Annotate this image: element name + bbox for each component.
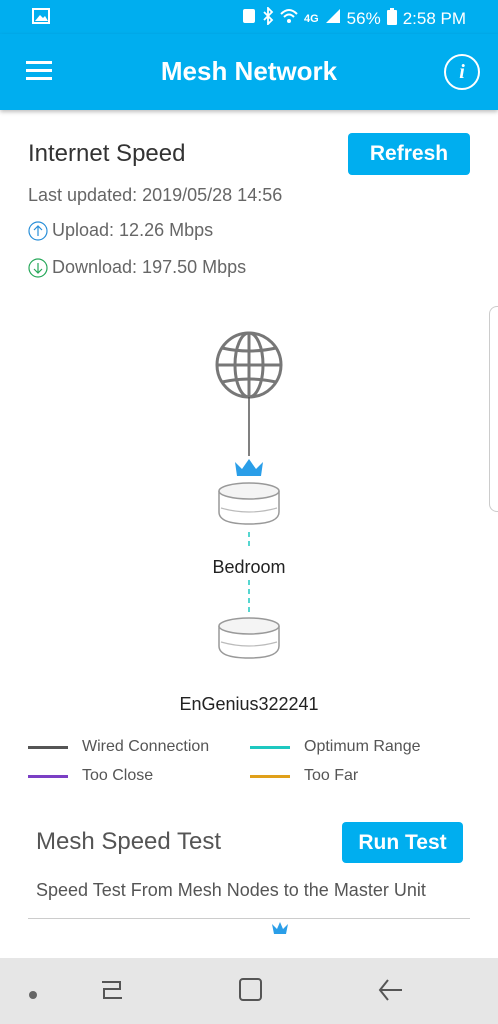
- info-icon: i: [459, 61, 465, 83]
- legend-too-far: Too Far: [250, 767, 358, 785]
- bluetooth-icon: [262, 5, 274, 30]
- legend-too-far-label: Too Far: [304, 767, 359, 784]
- legend-wired-label: Wired Connection: [82, 738, 210, 755]
- master-crown-icon: [235, 459, 263, 476]
- upload-speed: Upload: 12.26 Mbps: [52, 220, 214, 240]
- internet-speed-title: Internet Speed: [28, 140, 186, 167]
- router-node-bedroom[interactable]: [218, 482, 280, 525]
- legend-wired-line: [28, 745, 68, 749]
- wifi-icon: [280, 8, 298, 29]
- internet-globe-icon: [215, 331, 283, 399]
- master-crown-small-icon: [272, 922, 288, 934]
- legend-optimum-line: [250, 745, 290, 749]
- battery-icon: [386, 7, 397, 30]
- refresh-button[interactable]: Refresh: [348, 133, 470, 175]
- nav-dot-button[interactable]: [28, 987, 38, 1005]
- node-label-bedroom: Bedroom: [212, 557, 286, 577]
- gallery-notification-icon: [32, 8, 50, 29]
- page-title: Mesh Network: [160, 56, 338, 86]
- time-label: 2:58 PM: [402, 8, 466, 28]
- system-nav-bar: [0, 958, 498, 1024]
- upload-arrow-icon: [28, 220, 48, 241]
- download-speed: Download: 197.50 Mbps: [52, 257, 247, 277]
- legend-optimum: Optimum Range: [250, 738, 421, 756]
- last-updated-text: Last updated: 2019/05/28 14:56: [28, 185, 283, 205]
- home-button[interactable]: [237, 976, 265, 1009]
- mesh-speed-test-title: Mesh Speed Test: [36, 828, 222, 855]
- legend-too-close-label: Too Close: [82, 767, 154, 784]
- run-test-button[interactable]: Run Test: [342, 822, 463, 863]
- recent-apps-button[interactable]: [98, 976, 126, 1009]
- download-arrow-icon: [28, 257, 48, 278]
- recent-apps-icon: [102, 981, 122, 999]
- battery-label: 56%: [346, 8, 381, 28]
- upload-row: Upload: 12.26 Mbps: [28, 220, 213, 241]
- download-row: Download: 197.50 Mbps: [28, 257, 246, 278]
- mesh-speed-test-description: Speed Test From Mesh Nodes to the Master…: [36, 880, 426, 900]
- dot-icon: [29, 991, 37, 999]
- signal-icon: [325, 8, 341, 29]
- info-button[interactable]: i: [444, 54, 480, 90]
- legend-wired: Wired Connection: [28, 738, 209, 756]
- back-arrow-icon: [378, 979, 402, 1001]
- app-bar: Mesh Network i: [0, 34, 498, 110]
- mesh-speed-test-section: Mesh Speed Test Run Test Speed Test From…: [28, 808, 470, 919]
- mesh-topology-diagram: Bedroom EnGenius322241: [0, 320, 498, 710]
- legend-optimum-label: Optimum Range: [304, 738, 421, 755]
- status-bar: 4G 56% 2:58 PM: [0, 0, 498, 34]
- legend-too-close-line: [28, 774, 68, 778]
- network-type-label: 4G: [303, 12, 319, 25]
- home-icon: [239, 978, 262, 1001]
- back-button[interactable]: [376, 976, 404, 1009]
- router-node-engenius[interactable]: [218, 617, 280, 659]
- legend-too-far-line: [250, 774, 290, 778]
- legend-too-close: Too Close: [28, 767, 153, 785]
- node-label-engenius: EnGenius322241: [179, 694, 319, 710]
- sim-icon: [242, 8, 256, 29]
